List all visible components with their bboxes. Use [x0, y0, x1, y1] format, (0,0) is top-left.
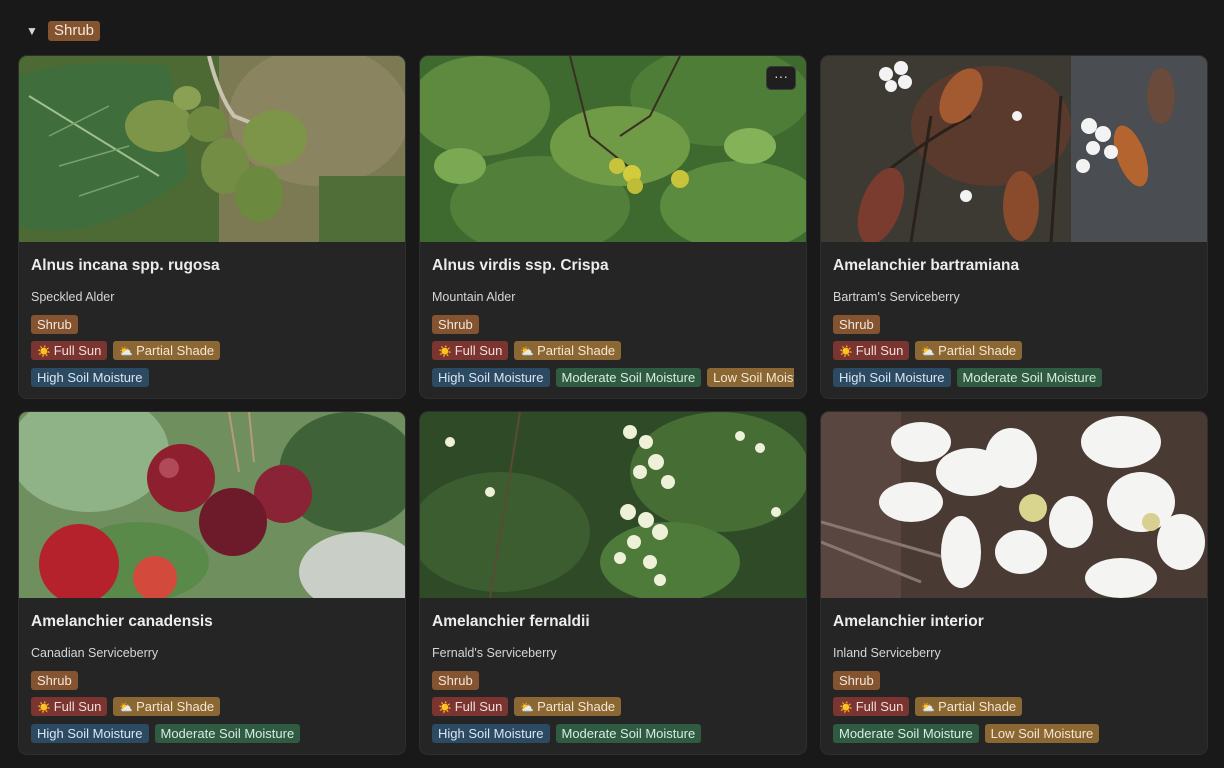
moisture-row: High Soil Moisture Moderate Soil Moistur…: [833, 368, 1195, 387]
sun-icon: ☀️: [839, 346, 853, 358]
category-tag: Shrub: [432, 671, 479, 690]
plant-title: Alnus incana spp. rugosa: [31, 257, 220, 274]
moisture-tag: High Soil Moisture: [31, 368, 149, 387]
plant-title: Amelanchier fernaldii: [432, 613, 590, 630]
cover-image: [19, 56, 405, 242]
group-header: ▼ Shrub: [26, 21, 101, 41]
light-row: ☀️ Full Sun ⛅ Partial Shade: [31, 341, 393, 360]
light-row: ☀️ Full Sun ⛅ Partial Shade: [31, 697, 393, 716]
partly-cloudy-icon: ⛅: [119, 702, 134, 714]
plant-card[interactable]: ··· Alnus virdis ssp. Crispa Mountain Al…: [420, 56, 806, 398]
category-tag: Shrub: [31, 671, 78, 690]
plant-card[interactable]: Amelanchier interior Inland Serviceberry…: [821, 412, 1207, 754]
full-sun-tag: ☀️ Full Sun: [833, 697, 910, 716]
moisture-tag: Moderate Soil Moisture: [555, 368, 702, 387]
plant-title: Amelanchier bartramiana: [833, 257, 1020, 274]
plant-title: Amelanchier canadensis: [31, 613, 213, 630]
cover-image: ···: [420, 56, 806, 242]
moisture-row: High Soil Moisture Moderate Soil Moistur…: [432, 724, 794, 743]
category-row: Shrub: [31, 315, 393, 334]
sun-icon: ☀️: [438, 346, 452, 358]
common-name: Bartram's Serviceberry: [833, 290, 960, 304]
sun-icon: ☀️: [839, 702, 853, 714]
plant-title: Alnus virdis ssp. Crispa: [432, 257, 609, 274]
plant-card[interactable]: Amelanchier bartramiana Bartram's Servic…: [821, 56, 1207, 398]
light-row: ☀️ Full Sun ⛅ Partial Shade: [833, 341, 1195, 360]
moisture-tag: High Soil Moisture: [31, 724, 149, 743]
sun-icon: ☀️: [438, 702, 452, 714]
gallery-grid: Alnus incana spp. rugosa Speckled Alder …: [19, 56, 1207, 754]
plant-card[interactable]: Amelanchier canadensis Canadian Serviceb…: [19, 412, 405, 754]
cover-image: [821, 412, 1207, 598]
light-row: ☀️ Full Sun ⛅ Partial Shade: [432, 341, 794, 360]
category-tag: Shrub: [31, 315, 78, 334]
category-row: Shrub: [833, 671, 1195, 690]
category-tag: Shrub: [432, 315, 479, 334]
more-options-button[interactable]: ···: [766, 66, 796, 90]
group-label: Shrub: [48, 21, 101, 41]
moisture-tag: Moderate Soil Moisture: [956, 368, 1103, 387]
moisture-tag: Low Soil Moisture: [707, 368, 794, 387]
partly-cloudy-icon: ⛅: [921, 702, 936, 714]
partly-cloudy-icon: ⛅: [520, 346, 535, 358]
partly-cloudy-icon: ⛅: [921, 346, 936, 358]
plant-card[interactable]: Alnus incana spp. rugosa Speckled Alder …: [19, 56, 405, 398]
full-sun-tag: ☀️ Full Sun: [432, 341, 509, 360]
partial-shade-tag: ⛅ Partial Shade: [915, 341, 1023, 360]
cover-image: [19, 412, 405, 598]
plant-card[interactable]: Amelanchier fernaldii Fernald's Serviceb…: [420, 412, 806, 754]
cover-image: [821, 56, 1207, 242]
moisture-tag: Moderate Soil Moisture: [833, 724, 979, 743]
partial-shade-tag: ⛅ Partial Shade: [514, 697, 622, 716]
sun-icon: ☀️: [37, 346, 51, 358]
common-name: Speckled Alder: [31, 290, 115, 304]
full-sun-tag: ☀️ Full Sun: [432, 697, 509, 716]
common-name: Mountain Alder: [432, 290, 516, 304]
light-row: ☀️ Full Sun ⛅ Partial Shade: [833, 697, 1195, 716]
category-row: Shrub: [432, 315, 794, 334]
moisture-row: Moderate Soil Moisture Low Soil Moisture: [833, 724, 1195, 743]
light-row: ☀️ Full Sun ⛅ Partial Shade: [432, 697, 794, 716]
category-row: Shrub: [31, 671, 393, 690]
partly-cloudy-icon: ⛅: [119, 346, 134, 358]
moisture-row: High Soil Moisture Moderate Soil Moistur…: [432, 368, 794, 387]
moisture-tag: Low Soil Moisture: [984, 724, 1100, 743]
common-name: Canadian Serviceberry: [31, 646, 159, 660]
category-row: Shrub: [833, 315, 1195, 334]
partial-shade-tag: ⛅ Partial Shade: [113, 341, 221, 360]
moisture-row: High Soil Moisture: [31, 368, 393, 387]
category-row: Shrub: [432, 671, 794, 690]
partly-cloudy-icon: ⛅: [520, 702, 535, 714]
full-sun-tag: ☀️ Full Sun: [833, 341, 910, 360]
common-name: Inland Serviceberry: [833, 646, 941, 660]
moisture-tag: Moderate Soil Moisture: [154, 724, 301, 743]
moisture-row: High Soil Moisture Moderate Soil Moistur…: [31, 724, 393, 743]
category-tag: Shrub: [833, 671, 880, 690]
moisture-tag: Moderate Soil Moisture: [555, 724, 702, 743]
full-sun-tag: ☀️ Full Sun: [31, 341, 108, 360]
category-tag: Shrub: [833, 315, 880, 334]
plant-title: Amelanchier interior: [833, 613, 984, 630]
moisture-tag: High Soil Moisture: [432, 368, 550, 387]
collapse-toggle-icon[interactable]: ▼: [26, 24, 38, 38]
partial-shade-tag: ⛅ Partial Shade: [915, 697, 1023, 716]
common-name: Fernald's Serviceberry: [432, 646, 557, 660]
cover-image: [420, 412, 806, 598]
sun-icon: ☀️: [37, 702, 51, 714]
moisture-tag: High Soil Moisture: [833, 368, 951, 387]
partial-shade-tag: ⛅ Partial Shade: [113, 697, 221, 716]
partial-shade-tag: ⛅ Partial Shade: [514, 341, 622, 360]
moisture-tag: High Soil Moisture: [432, 724, 550, 743]
full-sun-tag: ☀️ Full Sun: [31, 697, 108, 716]
